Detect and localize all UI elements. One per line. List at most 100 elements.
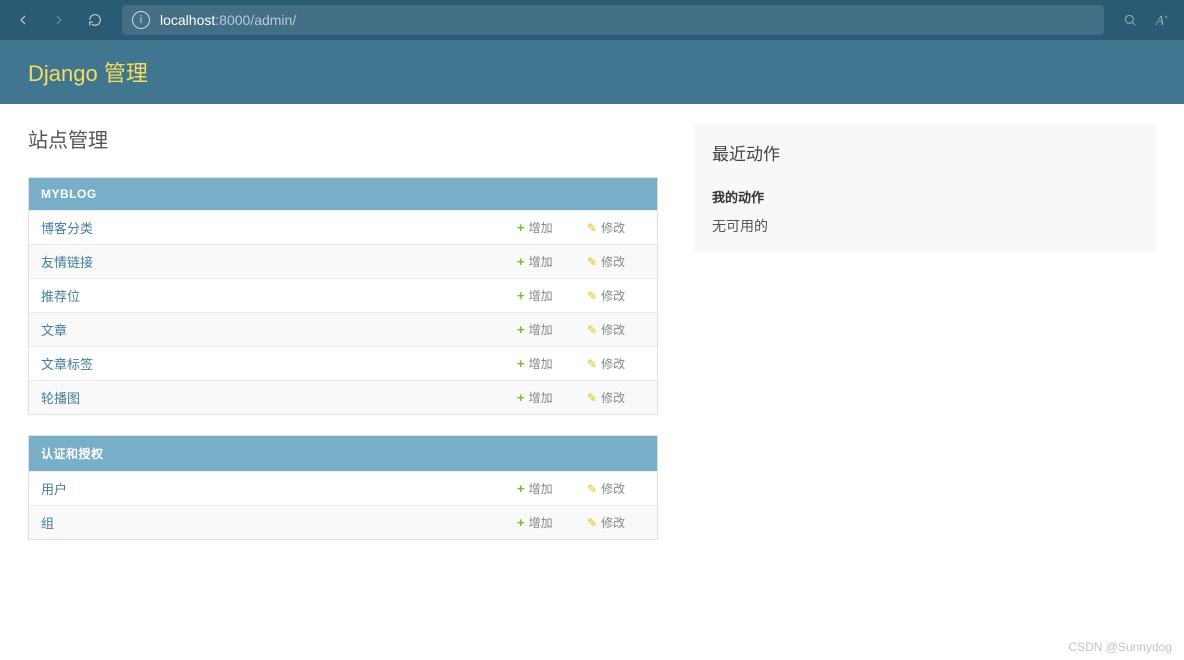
table-row: 推荐位 + 增加 ✎ 修改 — [29, 278, 657, 312]
plus-icon: + — [517, 481, 525, 496]
add-link[interactable]: 增加 — [529, 287, 553, 304]
info-icon: i — [132, 11, 150, 29]
pencil-icon: ✎ — [587, 289, 597, 303]
change-action[interactable]: ✎ 修改 — [587, 514, 657, 531]
search-button[interactable] — [1116, 6, 1144, 34]
change-link[interactable]: 修改 — [601, 480, 625, 497]
arrow-right-icon — [51, 12, 67, 28]
table-row: 友情链接 + 增加 ✎ 修改 — [29, 244, 657, 278]
change-action[interactable]: ✎ 修改 — [587, 219, 657, 236]
model-name-cell: 友情链接 — [29, 252, 517, 271]
add-action[interactable]: + 增加 — [517, 514, 587, 531]
content: 站点管理 MYBLOG博客分类+增加✎修改友情链接+增加✎修改推荐位+增加✎修改… — [0, 104, 1184, 560]
recent-actions-panel: 最近动作 我的动作 无可用的 — [694, 124, 1156, 252]
plus-icon: + — [517, 515, 525, 530]
model-link[interactable]: 用户 — [41, 482, 67, 497]
pencil-icon: ✎ — [587, 255, 597, 269]
plus-icon: + — [517, 322, 525, 337]
change-link[interactable]: 修改 — [601, 321, 625, 338]
plus-icon: + — [517, 356, 525, 371]
back-button[interactable] — [8, 5, 38, 35]
model-link[interactable]: 组 — [41, 516, 54, 531]
model-link[interactable]: 友情链接 — [41, 255, 93, 270]
text-size-icon: A» — [1156, 12, 1168, 28]
django-header: Django 管理 — [0, 40, 1184, 104]
model-name-cell: 文章 — [29, 320, 517, 339]
recent-actions-title: 最近动作 — [712, 140, 1138, 165]
browser-toolbar: i localhost:8000/admin/ A» — [0, 0, 1184, 40]
model-link[interactable]: 推荐位 — [41, 289, 80, 304]
page-title: 站点管理 — [28, 124, 658, 153]
refresh-icon — [87, 12, 103, 28]
refresh-button[interactable] — [80, 5, 110, 35]
add-action[interactable]: + 增加 — [517, 480, 587, 497]
main-column: 站点管理 MYBLOG博客分类+增加✎修改友情链接+增加✎修改推荐位+增加✎修改… — [28, 124, 658, 540]
site-title[interactable]: Django 管理 — [28, 56, 1156, 88]
plus-icon: + — [517, 254, 525, 269]
change-link[interactable]: 修改 — [601, 355, 625, 372]
add-action[interactable]: + 增加 — [517, 253, 587, 270]
model-name-cell: 推荐位 — [29, 286, 517, 305]
module-header-link[interactable]: 认证和授权 — [41, 447, 104, 461]
model-link[interactable]: 文章标签 — [41, 357, 93, 372]
add-action[interactable]: + 增加 — [517, 355, 587, 372]
pencil-icon: ✎ — [587, 482, 597, 496]
add-action[interactable]: + 增加 — [517, 389, 587, 406]
pencil-icon: ✎ — [587, 357, 597, 371]
change-action[interactable]: ✎ 修改 — [587, 480, 657, 497]
change-link[interactable]: 修改 — [601, 389, 625, 406]
change-action[interactable]: ✎ 修改 — [587, 321, 657, 338]
plus-icon: + — [517, 220, 525, 235]
add-action[interactable]: + 增加 — [517, 321, 587, 338]
module-header[interactable]: 认证和授权 — [29, 436, 657, 471]
add-link[interactable]: 增加 — [529, 355, 553, 372]
table-row: 轮播图 + 增加 ✎ 修改 — [29, 380, 657, 414]
model-name-cell: 博客分类 — [29, 218, 517, 237]
address-bar[interactable]: i localhost:8000/admin/ — [122, 5, 1104, 35]
pencil-icon: ✎ — [587, 323, 597, 337]
model-link[interactable]: 轮播图 — [41, 391, 80, 406]
change-link[interactable]: 修改 — [601, 514, 625, 531]
recent-actions-empty: 无可用的 — [712, 216, 1138, 236]
table-row: 文章 + 增加 ✎ 修改 — [29, 312, 657, 346]
pencil-icon: ✎ — [587, 221, 597, 235]
table-row: 组 + 增加 ✎ 修改 — [29, 505, 657, 539]
add-link[interactable]: 增加 — [529, 219, 553, 236]
add-link[interactable]: 增加 — [529, 389, 553, 406]
add-link[interactable]: 增加 — [529, 321, 553, 338]
my-actions-subtitle: 我的动作 — [712, 187, 1138, 206]
url-text: localhost:8000/admin/ — [160, 12, 296, 28]
change-action[interactable]: ✎ 修改 — [587, 355, 657, 372]
change-action[interactable]: ✎ 修改 — [587, 389, 657, 406]
add-link[interactable]: 增加 — [529, 480, 553, 497]
add-link[interactable]: 增加 — [529, 253, 553, 270]
watermark: CSDN @Sunnydog — [1068, 640, 1172, 654]
plus-icon: + — [517, 288, 525, 303]
module: MYBLOG博客分类+增加✎修改友情链接+增加✎修改推荐位+增加✎修改文章+增加… — [28, 177, 658, 415]
pencil-icon: ✎ — [587, 516, 597, 530]
plus-icon: + — [517, 390, 525, 405]
change-action[interactable]: ✎ 修改 — [587, 287, 657, 304]
model-link[interactable]: 文章 — [41, 323, 67, 338]
model-link[interactable]: 博客分类 — [41, 221, 93, 236]
table-row: 博客分类 + 增加 ✎ 修改 — [29, 210, 657, 244]
change-link[interactable]: 修改 — [601, 219, 625, 236]
model-name-cell: 组 — [29, 513, 517, 532]
table-row: 文章标签 + 增加 ✎ 修改 — [29, 346, 657, 380]
forward-button[interactable] — [44, 5, 74, 35]
arrow-left-icon — [15, 12, 31, 28]
change-link[interactable]: 修改 — [601, 287, 625, 304]
module-header-link[interactable]: MYBLOG — [41, 187, 97, 201]
pencil-icon: ✎ — [587, 391, 597, 405]
table-row: 用户 + 增加 ✎ 修改 — [29, 471, 657, 505]
model-name-cell: 用户 — [29, 479, 517, 498]
module-header[interactable]: MYBLOG — [29, 178, 657, 210]
module: 认证和授权用户+增加✎修改组+增加✎修改 — [28, 435, 658, 540]
model-name-cell: 文章标签 — [29, 354, 517, 373]
add-action[interactable]: + 增加 — [517, 287, 587, 304]
change-link[interactable]: 修改 — [601, 253, 625, 270]
change-action[interactable]: ✎ 修改 — [587, 253, 657, 270]
add-link[interactable]: 增加 — [529, 514, 553, 531]
add-action[interactable]: + 增加 — [517, 219, 587, 236]
read-aloud-button[interactable]: A» — [1148, 6, 1176, 34]
